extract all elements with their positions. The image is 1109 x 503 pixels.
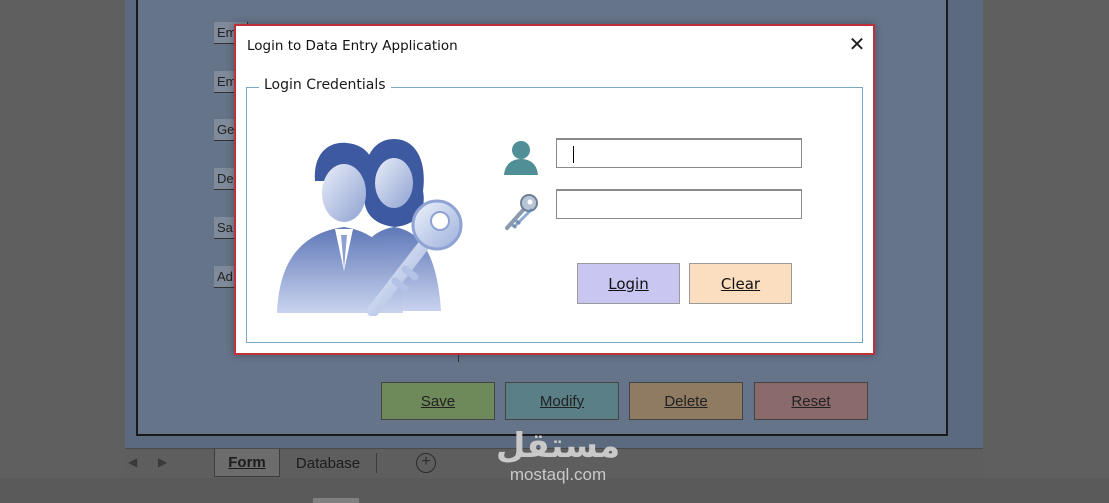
tab-separator — [376, 453, 377, 473]
sheet-tab-database[interactable]: Database — [283, 449, 373, 477]
people-with-key-illustration — [277, 139, 463, 316]
user-icon — [504, 141, 538, 175]
dialog-title: Login to Data Entry Application — [247, 38, 458, 54]
add-sheet-icon[interactable]: + — [416, 453, 436, 473]
background-right — [983, 0, 1109, 503]
text-caret — [573, 146, 574, 163]
watermark-arabic: مستقل — [495, 426, 621, 466]
watermark: مستقل mostaql.com — [488, 426, 628, 484]
save-button[interactable]: Save — [381, 382, 495, 420]
delete-button[interactable]: Delete — [629, 382, 743, 420]
group-title: Login Credentials — [259, 77, 391, 93]
modify-button[interactable]: Modify — [505, 382, 619, 420]
watermark-latin: mostaql.com — [509, 465, 607, 484]
reset-button[interactable]: Reset — [754, 382, 868, 420]
login-credentials-group: Login Credentials Login Clear — [246, 77, 863, 343]
password-input[interactable] — [556, 189, 802, 219]
key-icon — [505, 194, 538, 230]
username-input[interactable] — [556, 138, 802, 168]
login-dialog: Login to Data Entry Application ✕ Login … — [234, 24, 875, 355]
login-button[interactable]: Login — [577, 263, 680, 304]
clear-button[interactable]: Clear — [689, 263, 792, 304]
tab-scroll-right-icon[interactable]: ▶ — [158, 455, 167, 469]
tab-scroll-left-icon[interactable]: ◀ — [128, 455, 137, 469]
background-left — [0, 0, 125, 503]
close-icon[interactable]: ✕ — [846, 34, 868, 56]
status-mark — [313, 498, 359, 503]
sheet-tab-form[interactable]: Form — [214, 449, 280, 477]
